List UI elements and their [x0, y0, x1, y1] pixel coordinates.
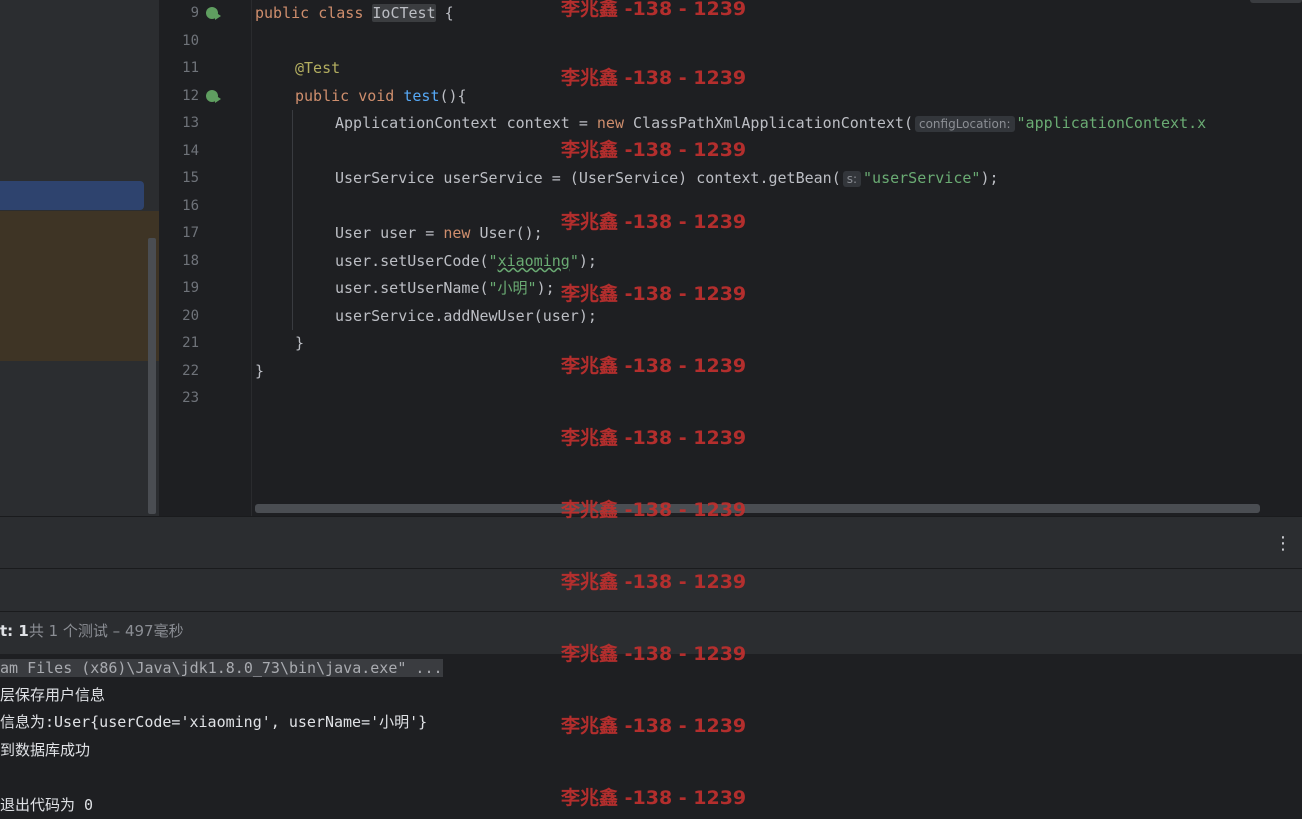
line-number: 14: [182, 143, 199, 159]
run-test-icon[interactable]: [206, 7, 221, 20]
editor-horizontal-scrollbar[interactable]: [255, 504, 1260, 513]
watermark-text: 李兆鑫 -138 - 1239: [561, 211, 747, 233]
line-number: 18: [182, 253, 199, 269]
code-text: User();: [470, 224, 543, 242]
more-options-icon[interactable]: ⋮: [1274, 535, 1292, 553]
code-line: }: [295, 334, 305, 352]
watermark-text: 李兆鑫 -138 - 1239: [561, 571, 747, 593]
watermark-text: 李兆鑫 -138 - 1239: [561, 283, 747, 305]
keyword: new: [596, 114, 624, 132]
code-text: (){: [439, 87, 467, 105]
string-literal: xiaoming: [497, 252, 570, 270]
code-line: user.setUserCode("xiaoming");: [335, 248, 597, 275]
line-number: 19: [182, 280, 199, 296]
string-literal: "userService": [863, 169, 981, 187]
code-text: user.setUserCode(: [335, 252, 489, 270]
line-number: 10: [182, 33, 199, 49]
code-text: {: [435, 4, 454, 22]
code-text: User user =: [335, 224, 444, 242]
editor-corner-widget: [1250, 0, 1302, 3]
parameter-hint: configLocation:: [914, 116, 1015, 132]
string-quote: ": [569, 252, 579, 270]
line-number: 17: [182, 225, 199, 241]
code-line: User user = new User();: [335, 220, 543, 247]
watermark-text: 李兆鑫 -138 - 1239: [561, 787, 747, 809]
class-name[interactable]: IoCTest: [372, 4, 436, 22]
code-text: user.setUserName(: [335, 279, 489, 297]
line-number: 12: [182, 88, 199, 104]
console-line: 层保存用户信息: [0, 686, 106, 704]
watermark-text: 李兆鑫 -138 - 1239: [561, 643, 747, 665]
project-sidebar: [0, 0, 159, 516]
watermark-text: 李兆鑫 -138 - 1239: [561, 0, 747, 20]
keyword: new: [443, 224, 471, 242]
console-line: 退出代码为 0: [0, 796, 94, 814]
code-line: user.setUserName("小明");: [335, 275, 555, 302]
watermark-text: 李兆鑫 -138 - 1239: [561, 715, 747, 737]
sidebar-scrollbar[interactable]: [148, 238, 156, 514]
line-number: 22: [182, 363, 199, 379]
code-line: @Test: [295, 55, 340, 82]
keyword: public void: [295, 87, 404, 105]
code-line: public class IoCTest {: [255, 0, 454, 27]
java-command[interactable]: am Files (x86)\Java\jdk1.8.0_73\bin\java…: [0, 659, 443, 677]
line-number: 20: [182, 308, 199, 324]
code-text: );: [578, 252, 597, 270]
run-tool-window-header: [0, 516, 1302, 569]
code-line: ApplicationContext context = new ClassPa…: [335, 110, 1206, 137]
watermark-text: 李兆鑫 -138 - 1239: [561, 499, 747, 521]
line-number: 11: [182, 60, 199, 76]
test-summary: 共 1 个测试 – 497毫秒: [28, 622, 184, 640]
annotation: @Test: [295, 59, 341, 77]
console-line: 到数据库成功: [0, 741, 91, 759]
watermark-text: 李兆鑫 -138 - 1239: [561, 139, 747, 161]
line-number: 13: [182, 115, 199, 131]
keyword: public class: [255, 4, 373, 22]
string-literal: "applicationContext.x: [1016, 114, 1207, 132]
console-line: 信息为:User{userCode='xiaoming', userName='…: [0, 713, 428, 731]
line-number: 15: [182, 170, 199, 186]
console-line: am Files (x86)\Java\jdk1.8.0_73\bin\java…: [0, 655, 443, 682]
string-quote: ": [488, 252, 498, 270]
line-number: 21: [182, 335, 199, 351]
test-pass-count: t: 1: [0, 622, 29, 640]
code-line: userService.addNewUser(user);: [335, 307, 597, 325]
line-number: 23: [182, 390, 199, 406]
indent-guide: [292, 110, 293, 330]
string-literal: "小明": [488, 279, 537, 297]
method-name: test: [403, 87, 440, 105]
line-number: 9: [190, 5, 199, 21]
run-test-icon[interactable]: [206, 90, 221, 103]
parameter-hint: s:: [842, 171, 862, 187]
watermark-text: 李兆鑫 -138 - 1239: [561, 355, 747, 377]
editor-gutter: 9 10 11 12 13 14 15 16 17 18 19 20 21 22…: [159, 0, 252, 516]
code-text: );: [980, 169, 999, 187]
line-number: 16: [182, 198, 199, 214]
code-text: );: [536, 279, 555, 297]
code-line: }: [255, 362, 265, 380]
code-text: UserService userService = (UserService) …: [335, 169, 841, 187]
watermark-text: 李兆鑫 -138 - 1239: [561, 67, 747, 89]
test-status: t: 1共 1 个测试 – 497毫秒: [0, 620, 184, 641]
code-line: public void test(){: [295, 83, 467, 110]
code-text: ClassPathXmlApplicationContext(: [624, 114, 913, 132]
tree-highlight-block: [0, 211, 159, 361]
code-line: UserService userService = (UserService) …: [335, 165, 999, 192]
code-text: ApplicationContext context =: [335, 114, 597, 132]
selected-tree-item[interactable]: [0, 181, 144, 210]
watermark-text: 李兆鑫 -138 - 1239: [561, 427, 747, 449]
